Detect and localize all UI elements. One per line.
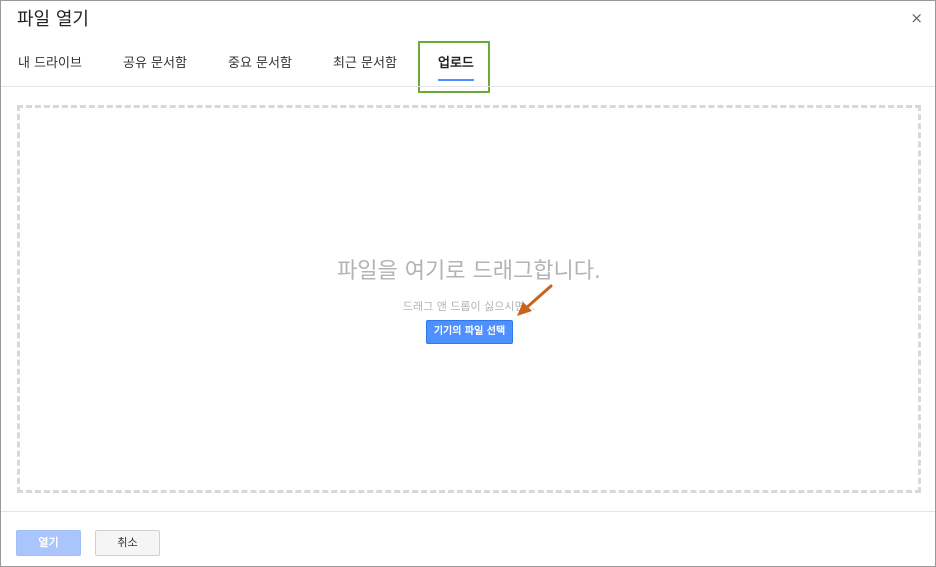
file-open-dialog: 파일 열기 × 내 드라이브 공유 문서함 중요 문서함 최근 문서함 업로드 … bbox=[0, 0, 936, 567]
tab-my-drive[interactable]: 내 드라이브 bbox=[18, 41, 82, 87]
tabs-divider bbox=[1, 86, 935, 87]
tab-starred[interactable]: 중요 문서함 bbox=[228, 41, 292, 87]
cancel-button[interactable]: 취소 bbox=[95, 530, 160, 556]
drop-zone-title: 파일을 여기로 드래그합니다. bbox=[337, 259, 601, 284]
dialog-title: 파일 열기 bbox=[17, 9, 89, 30]
footer-divider bbox=[1, 511, 935, 512]
drop-zone[interactable]: 파일을 여기로 드래그합니다. 드래그 앤 드롭이 싫으시면... 기기의 파일… bbox=[17, 105, 921, 493]
tab-recent[interactable]: 최근 문서함 bbox=[333, 41, 397, 87]
select-file-button[interactable]: 기기의 파일 선택 bbox=[426, 320, 513, 344]
close-icon[interactable]: × bbox=[910, 10, 923, 26]
drop-zone-subtitle: 드래그 앤 드롭이 싫으시면... bbox=[402, 300, 536, 313]
tab-shared[interactable]: 공유 문서함 bbox=[123, 41, 187, 87]
open-button[interactable]: 열기 bbox=[16, 530, 81, 556]
arrow-icon bbox=[517, 284, 553, 316]
